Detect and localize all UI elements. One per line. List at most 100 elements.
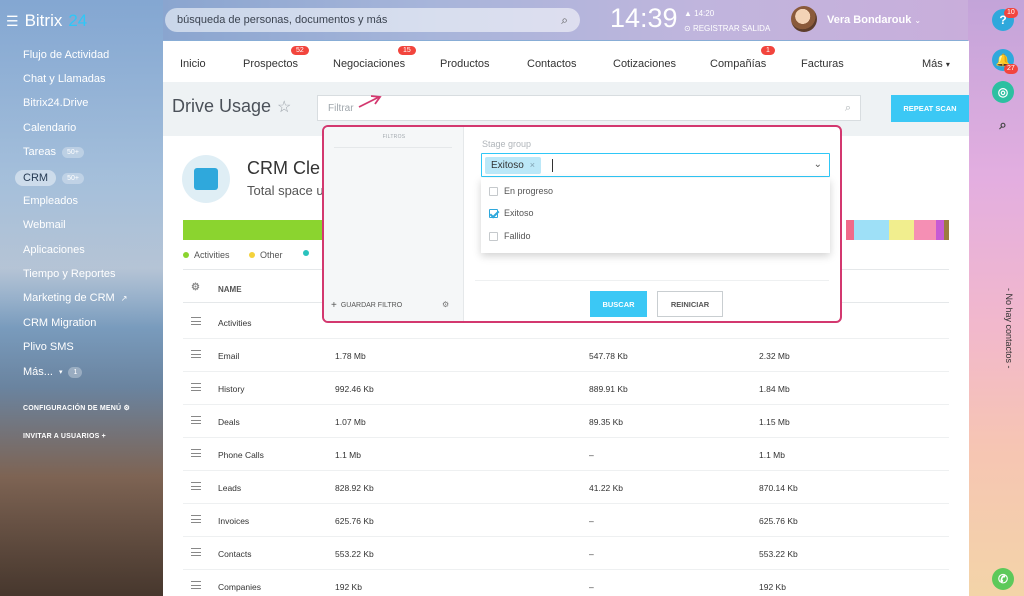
search-icon[interactable]: ⌕ bbox=[845, 102, 851, 115]
selected-tag: Exitoso × bbox=[485, 157, 542, 174]
tab-facturas[interactable]: Facturas bbox=[801, 58, 844, 70]
table-row[interactable]: Contacts 553.22 Kb – 553.22 Kb bbox=[183, 537, 949, 570]
table-settings-gear-icon[interactable]: ⚙ bbox=[191, 282, 200, 293]
drag-handle-icon[interactable] bbox=[191, 350, 201, 358]
sidebar-item-more[interactable]: Más... ▾ 1 bbox=[23, 366, 83, 378]
sidebar-item-plivo-sms[interactable]: Plivo SMS bbox=[23, 341, 74, 353]
sidebar-item-applications[interactable]: Aplicaciones bbox=[23, 244, 85, 256]
tab-contactos[interactable]: Contactos bbox=[527, 58, 577, 70]
drag-handle-icon[interactable] bbox=[191, 383, 201, 391]
remove-tag-icon[interactable]: × bbox=[530, 160, 535, 171]
checkbox[interactable] bbox=[489, 186, 498, 196]
drag-handle-icon[interactable] bbox=[191, 416, 201, 424]
search-icon[interactable]: ⌕ bbox=[561, 13, 568, 28]
sidebar-item-chat[interactable]: Chat y Llamadas bbox=[23, 73, 106, 85]
repeat-scan-button[interactable]: REPEAT SCAN bbox=[891, 95, 969, 122]
cell-value: 1.78 Mb bbox=[335, 351, 366, 361]
sidebar-item-time-reports[interactable]: Tiempo y Reportes bbox=[23, 268, 116, 280]
sidebar-item-webmail[interactable]: Webmail bbox=[23, 219, 66, 231]
feedback-icon[interactable]: ◎ bbox=[992, 81, 1014, 103]
cell-value: 547.78 Kb bbox=[589, 351, 628, 361]
tab-inicio[interactable]: Inicio bbox=[180, 58, 206, 70]
table-row[interactable]: Leads 828.92 Kb 41.22 Kb 870.14 Kb bbox=[183, 471, 949, 504]
cell-name: Contacts bbox=[218, 549, 252, 559]
invite-users-button[interactable]: INVITAR A USUARIOS + bbox=[23, 433, 106, 440]
config-menu-button[interactable]: CONFIGURACIÓN DE MENÚ ⚙ bbox=[23, 404, 130, 412]
save-filter-button[interactable]: + GUARDAR FILTRO bbox=[331, 300, 402, 311]
drag-handle-icon[interactable] bbox=[191, 581, 201, 589]
invite-users-label: INVITAR A USUARIOS bbox=[23, 433, 100, 440]
sidebar-item-activity[interactable]: Flujo de Actividad bbox=[23, 49, 109, 61]
cell-name: Phone Calls bbox=[218, 450, 264, 460]
sidebar-item-calendar[interactable]: Calendario bbox=[23, 122, 76, 134]
selected-tag-label: Exitoso bbox=[491, 160, 524, 171]
sidebar-item-crm-marketing[interactable]: Marketing de CRM ↗ bbox=[23, 292, 127, 304]
hamburger-menu-icon[interactable]: ☰ bbox=[6, 13, 19, 30]
usage-bar-segment bbox=[944, 220, 949, 240]
global-search-input[interactable]: búsqueda de personas, documentos y más ⌕ bbox=[165, 8, 580, 32]
tab-prospectos[interactable]: Prospectos bbox=[243, 58, 298, 70]
sidebar-item-drive[interactable]: Bitrix24.Drive bbox=[23, 97, 88, 109]
tab-negociaciones[interactable]: Negociaciones bbox=[333, 58, 405, 70]
option-exitoso[interactable]: Exitoso bbox=[489, 208, 534, 218]
drag-handle-icon[interactable] bbox=[191, 317, 201, 325]
checkbox[interactable] bbox=[489, 231, 498, 241]
drag-handle-icon[interactable] bbox=[191, 515, 201, 523]
table-row[interactable]: Invoices 625.76 Kb – 625.76 Kb bbox=[183, 504, 949, 537]
legend-dot bbox=[183, 252, 189, 258]
notifications-badge: 27 bbox=[1004, 64, 1018, 74]
cell-value: 992.46 Kb bbox=[335, 384, 374, 394]
sidebar-item-employees[interactable]: Empleados bbox=[23, 195, 78, 207]
cell-value: 553.22 Kb bbox=[759, 549, 798, 559]
table-row[interactable]: History 992.46 Kb 889.91 Kb 1.84 Mb bbox=[183, 372, 949, 405]
checkbox-checked[interactable] bbox=[489, 208, 498, 218]
star-icon[interactable]: ☆ bbox=[277, 99, 291, 116]
clock-out-button[interactable]: REGISTRAR SALIDA bbox=[693, 24, 770, 33]
option-en-progreso[interactable]: En progreso bbox=[489, 186, 553, 196]
drag-handle-icon[interactable] bbox=[191, 482, 201, 490]
cell-value: 192 Kb bbox=[335, 582, 362, 592]
external-link-icon: ↗ bbox=[120, 293, 128, 303]
phone-icon[interactable]: ✆ bbox=[992, 568, 1014, 590]
text-cursor bbox=[552, 159, 553, 172]
plus-icon: + bbox=[331, 300, 337, 311]
usage-bar-segment bbox=[914, 220, 936, 240]
help-badge: 10 bbox=[1004, 8, 1018, 18]
search-button[interactable]: BUSCAR bbox=[590, 291, 647, 317]
cell-value: – bbox=[589, 450, 594, 460]
drag-handle-icon[interactable] bbox=[191, 449, 201, 457]
table-row[interactable]: Companies 192 Kb – 192 Kb bbox=[183, 570, 949, 596]
plus-icon: + bbox=[101, 433, 106, 440]
app-logo[interactable]: ☰ Bitrix 24 bbox=[6, 11, 87, 31]
table-row[interactable]: Deals 1.07 Mb 89.35 Kb 1.15 Mb bbox=[183, 405, 949, 438]
drag-handle-icon[interactable] bbox=[191, 548, 201, 556]
tab-companias[interactable]: Compañías bbox=[710, 58, 766, 70]
saved-filters-panel: FILTROS + GUARDAR FILTRO ⚙ bbox=[324, 127, 464, 321]
filter-input[interactable]: Filtrar ⌕ bbox=[317, 95, 861, 121]
cell-value: 1.15 Mb bbox=[759, 417, 790, 427]
sidebar-item-crm-migration[interactable]: CRM Migration bbox=[23, 317, 96, 329]
tab-cotizaciones[interactable]: Cotizaciones bbox=[613, 58, 676, 70]
clock-info[interactable]: ▲ 14:20 ⊙ REGISTRAR SALIDA bbox=[684, 6, 770, 36]
user-menu[interactable]: Vera Bondarouk ⌄ bbox=[827, 14, 921, 26]
tab-productos[interactable]: Productos bbox=[440, 58, 490, 70]
gear-icon[interactable]: ⚙ bbox=[442, 300, 449, 309]
stage-group-select[interactable]: Exitoso × ⌄ bbox=[481, 153, 830, 177]
legend-label: Other bbox=[260, 250, 283, 260]
search-icon[interactable]: ⌕ bbox=[992, 114, 1014, 136]
chevron-down-icon: ▾ bbox=[945, 60, 950, 69]
table-row[interactable]: Email 1.78 Mb 547.78 Kb 2.32 Mb bbox=[183, 339, 949, 372]
cell-name: Email bbox=[218, 351, 240, 361]
reset-button[interactable]: REINICIAR bbox=[657, 291, 723, 317]
cell-value: 553.22 Kb bbox=[335, 549, 374, 559]
cell-name: Invoices bbox=[218, 516, 250, 526]
table-row[interactable]: Phone Calls 1.1 Mb – 1.1 Mb bbox=[183, 438, 949, 471]
option-fallido[interactable]: Fallido bbox=[489, 231, 531, 241]
tab-more[interactable]: Más ▾ bbox=[922, 58, 950, 70]
tab-badge: 52 bbox=[291, 46, 309, 55]
column-header-name[interactable]: NAME bbox=[218, 285, 242, 294]
sidebar-item-tasks[interactable]: Tareas 50+ bbox=[23, 146, 84, 158]
chevron-down-icon[interactable]: ⌄ bbox=[814, 159, 822, 170]
sidebar-item-crm[interactable]: CRM 50+ bbox=[15, 170, 84, 186]
user-avatar[interactable] bbox=[791, 6, 817, 32]
